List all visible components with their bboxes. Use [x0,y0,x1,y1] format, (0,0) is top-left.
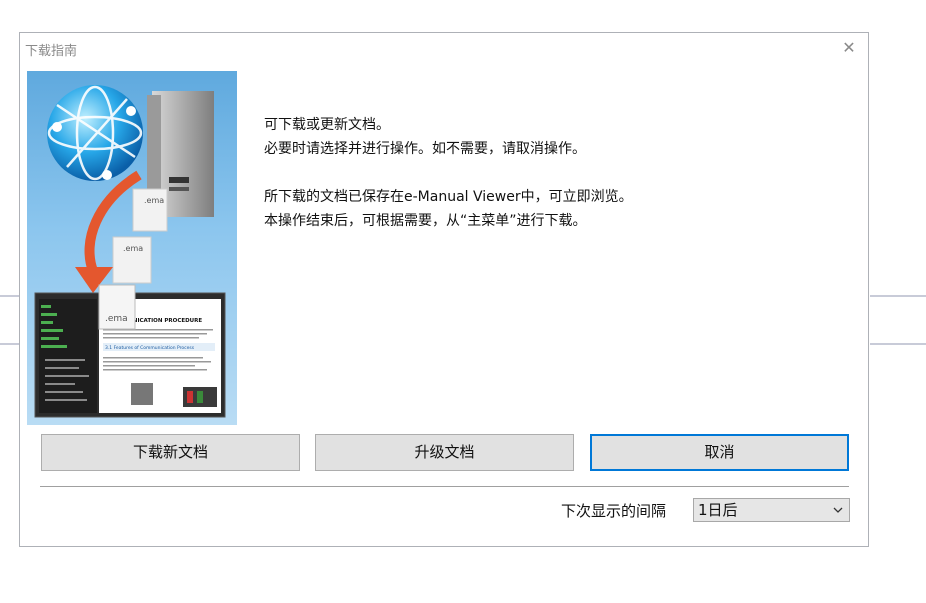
cancel-button[interactable]: 取消 [590,434,849,471]
file-ext-label-3: .ema [105,314,128,324]
dialog-title: 下载指南 [25,44,78,59]
interval-selected-value: 1日后 [698,501,738,519]
illustration-graphic: .ema .ema 3 COMMUNICATION PROCEDURE 3.1 … [34,85,226,418]
divider [40,486,849,487]
message-line-2: 必要时请选择并进行操作。如不需要，请取消操作。 [264,141,586,157]
guide-message: 可下载或更新文档。 必要时请选择并进行操作。如不需要，请取消操作。 所下载的文档… [264,113,824,233]
globe-icon [47,85,143,181]
upgrade-docs-button[interactable]: 升级文档 [315,434,574,471]
close-icon[interactable]: ✕ [838,37,860,59]
chevron-down-icon [833,507,843,513]
message-line-3: 所下载的文档已保存在e-Manual Viewer中，可立即浏览。 [264,189,633,205]
message-line-4: 本操作结束后，可根据需要，从“主菜单”进行下载。 [264,213,587,229]
file-ext-label-1: .ema [144,196,164,205]
download-new-docs-button[interactable]: 下载新文档 [41,434,300,471]
interval-select[interactable]: 1日后 [693,498,850,522]
background-line-right-1 [870,295,926,297]
file-ext-label-2: .ema [123,244,143,253]
background-line-right-2 [870,343,926,345]
download-guide-dialog: 下载指南 ✕ .ema .ema 3 COMMUNICATION PROCEDU… [19,32,869,547]
message-line-1: 可下载或更新文档。 [264,117,390,133]
background-line-left-2 [0,343,20,345]
next-display-interval-label: 下次显示的间隔 [561,502,667,520]
download-illustration: .ema .ema 3 COMMUNICATION PROCEDURE 3.1 … [27,71,237,425]
background-line-left-1 [0,295,20,297]
doc-subheading: 3.1 Features of Communication Process [105,345,195,351]
